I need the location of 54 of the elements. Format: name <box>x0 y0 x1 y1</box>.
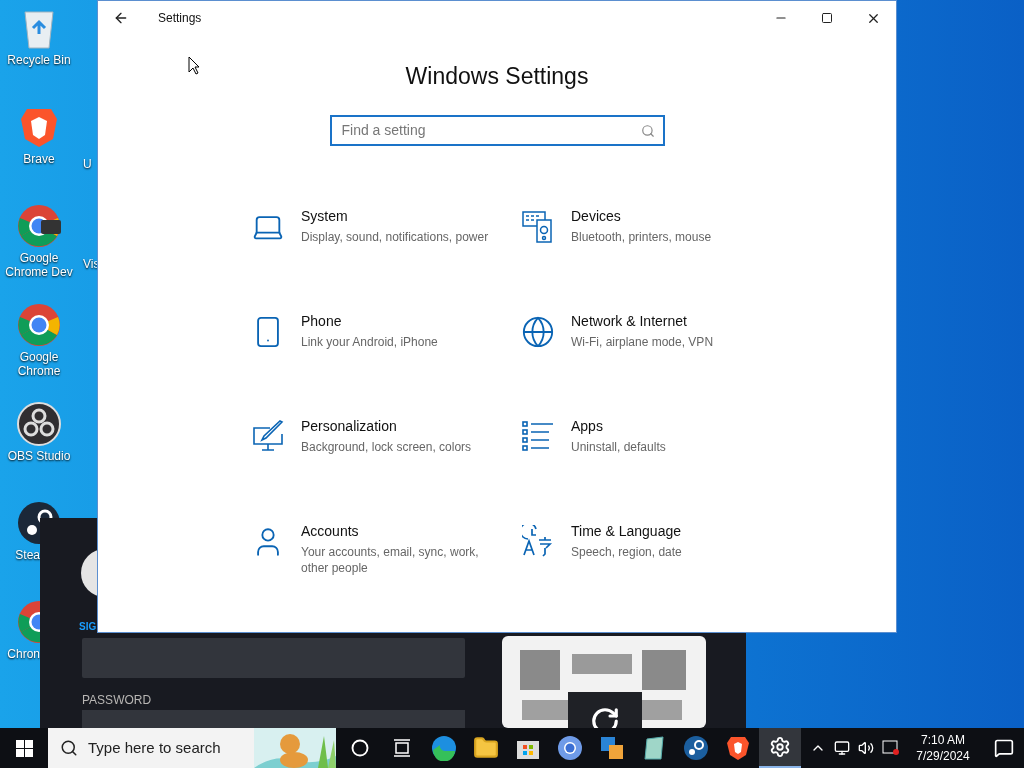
page-heading: Windows Settings <box>405 62 589 91</box>
category-description: Display, sound, notifications, power <box>301 228 490 245</box>
settings-category[interactable]: Time & Language Speech, region, date <box>521 524 791 630</box>
category-description: Background, lock screen, colors <box>301 438 473 455</box>
volume-icon[interactable] <box>858 740 874 756</box>
search-field[interactable]: Type here to search <box>48 728 336 768</box>
edge-icon <box>431 735 457 761</box>
keyboard-speaker-icon <box>522 209 554 244</box>
settings-category[interactable]: Accounts Your accounts, email, sync, work, other people <box>251 524 521 630</box>
windows-icon <box>15 739 33 757</box>
account-name-field[interactable] <box>82 638 465 678</box>
list-icon <box>522 419 554 452</box>
notification-icon[interactable] <box>994 738 1014 758</box>
window-title: Settings <box>158 10 202 27</box>
category-title: System <box>301 206 349 226</box>
search-field[interactable]: Find a setting <box>329 114 665 146</box>
steam-icon <box>683 735 709 761</box>
lion-icon <box>726 735 750 761</box>
globe-icon <box>521 314 555 349</box>
task-view-icon <box>392 739 412 757</box>
chrome-dev-icon <box>17 204 61 248</box>
circle-icon <box>351 739 369 757</box>
search-icon <box>640 123 655 138</box>
category-description: Wi-Fi, airplane mode, VPN <box>571 333 715 350</box>
search-icon <box>60 739 78 757</box>
field-label: SIG <box>79 621 97 633</box>
password-field[interactable] <box>82 710 465 728</box>
maximize-icon <box>821 12 833 24</box>
category-description: Speech, region, date <box>571 543 683 560</box>
network-icon[interactable] <box>834 740 850 756</box>
chromium-icon <box>557 735 583 761</box>
category-description: Uninstall, defaults <box>571 438 667 455</box>
folder-icon <box>473 735 499 761</box>
category-description: Link your Android, iPhone <box>301 333 439 350</box>
back-icon <box>113 10 129 26</box>
app-icon <box>599 735 625 761</box>
category-description: Your accounts, email, sync, work, other people <box>301 543 480 576</box>
refresh-button[interactable] <box>568 692 642 728</box>
monitor-brush-icon <box>252 419 284 452</box>
clock-time: 7:10 AM <box>921 732 965 748</box>
gear-icon <box>769 736 791 758</box>
clock-language-icon <box>522 524 554 557</box>
category-description: Bluetooth, printers, mouse <box>571 228 713 245</box>
meet-now-icon[interactable] <box>882 740 900 756</box>
clock[interactable]: 7:10 AM 7/29/2024 <box>908 732 978 764</box>
category-title: Devices <box>571 206 622 226</box>
notepad-icon <box>641 735 667 761</box>
obs-icon <box>17 402 61 446</box>
search-placeholder: Type here to search <box>88 737 221 758</box>
mouse-cursor-icon <box>188 56 200 75</box>
taskbar-app[interactable] <box>759 728 801 768</box>
chrome-icon <box>17 303 61 347</box>
field-label: PASSWORD <box>82 692 152 709</box>
clock-date: 7/29/2024 <box>916 748 970 764</box>
